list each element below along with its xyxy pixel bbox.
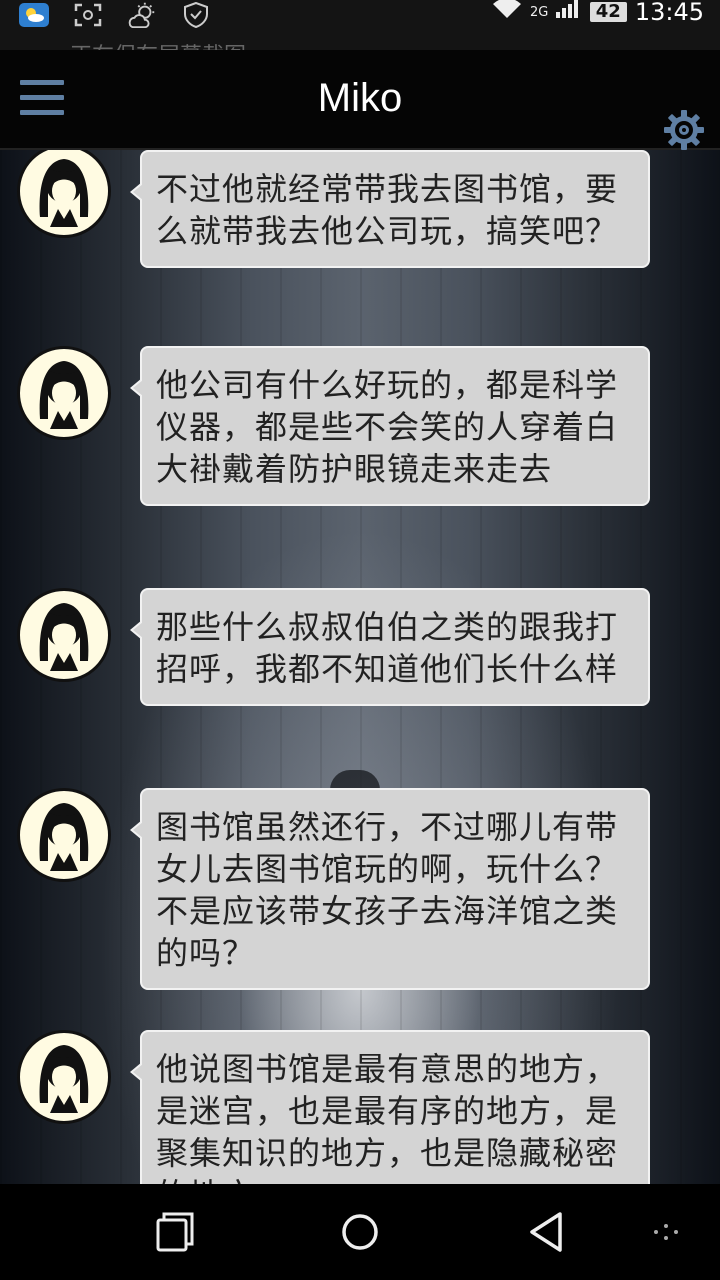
avatar[interactable] <box>17 1030 111 1124</box>
shield-icon <box>180 2 212 28</box>
svg-text:2G: 2G <box>530 5 548 20</box>
avatar[interactable] <box>17 788 111 882</box>
message-bubble[interactable]: 他说图书馆是最有意思的地方，是迷宫，也是最有序的地方，是聚集知识的地方，也是隐藏… <box>130 1030 650 1184</box>
gear-icon[interactable] <box>662 108 706 152</box>
message-bubble[interactable]: 图书馆虽然还行，不过哪儿有带女儿去图书馆玩的啊，玩什么？不是应该带女孩子去海洋馆… <box>130 788 650 990</box>
status-icons-left <box>18 0 212 30</box>
more-icon[interactable] <box>640 1206 692 1258</box>
signal-icon: 2G <box>530 0 582 26</box>
back-icon[interactable] <box>520 1206 572 1258</box>
message-bubble[interactable]: 他公司有什么好玩的，都是科学仪器，都是些不会笑的人穿着白大褂戴着防护眼镜走来走去 <box>130 346 650 506</box>
screenshot-notice: 正在保存屏幕截图… <box>70 38 268 50</box>
home-icon[interactable] <box>334 1206 386 1258</box>
message-bubble[interactable]: 不过他就经常带我去图书馆，要么就带我去他公司玩，搞笑吧？ <box>130 150 650 268</box>
battery-level: 42 <box>589 2 627 22</box>
chat-area[interactable]: 不过他就经常带我去图书馆，要么就带我去他公司玩，搞笑吧？ 他公司有什么好玩的，都… <box>0 150 720 1184</box>
weather-app-icon <box>18 2 50 28</box>
weather-sun-icon <box>126 2 158 28</box>
status-bar: 正在保存屏幕截图… 2G 42 13:45 <box>0 0 720 50</box>
app-bar: Miko <box>0 50 720 150</box>
message-bubble[interactable]: 那些什么叔叔伯伯之类的跟我打招呼，我都不知道他们长什么样 <box>130 588 650 706</box>
screenshot-icon <box>72 2 104 28</box>
avatar[interactable] <box>17 588 111 682</box>
avatar[interactable] <box>17 346 111 440</box>
wifi-icon <box>492 0 522 26</box>
clock: 13:45 <box>634 0 704 26</box>
status-icons-right: 2G 42 13:45 <box>492 0 704 26</box>
navigation-bar <box>0 1184 720 1280</box>
recent-apps-icon[interactable] <box>148 1206 200 1258</box>
page-title: Miko <box>317 76 403 120</box>
